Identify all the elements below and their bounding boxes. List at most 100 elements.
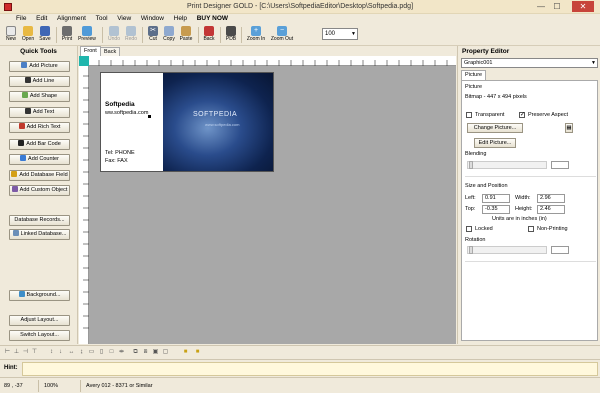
back-button[interactable]: Back — [201, 25, 217, 45]
align-right-icon[interactable]: ⊣ — [22, 349, 29, 356]
design-workspace[interactable]: Softpedia ww.softpedia.com Tel: PHONE Fa… — [89, 66, 456, 344]
business-card[interactable]: Softpedia ww.softpedia.com Tel: PHONE Fa… — [100, 72, 274, 172]
database-records-button[interactable]: Database Records... — [9, 215, 70, 226]
selection-handle[interactable] — [148, 115, 151, 118]
tab-back[interactable]: Back — [100, 47, 121, 56]
align-left-icon[interactable]: ⊢ — [4, 349, 11, 356]
slider-knob[interactable] — [469, 161, 473, 169]
maximize-button[interactable]: ☐ — [550, 1, 564, 12]
menu-file[interactable]: File — [0, 14, 30, 24]
lock-icon[interactable]: ■ — [182, 349, 189, 356]
zoom-in-button[interactable]: + Zoom In — [244, 25, 268, 45]
close-button[interactable]: ✕ — [572, 1, 594, 12]
bitmap-info: Bitmap - 447 x 494 pixels — [465, 94, 527, 100]
left-field[interactable]: 0.91 — [482, 194, 510, 203]
undo-button[interactable]: Undo — [106, 25, 122, 45]
open-button[interactable]: Open — [20, 25, 36, 45]
blending-slider[interactable] — [467, 161, 547, 169]
add-shape-button[interactable]: Add Shape — [9, 91, 70, 102]
edit-picture-button[interactable]: Edit Picture... — [474, 138, 516, 148]
menu-buy-now[interactable]: BUY NOW — [193, 14, 232, 24]
same-height-icon[interactable]: ▯ — [98, 349, 105, 356]
align-center-icon[interactable]: ⊥ — [13, 349, 20, 356]
bring-front-icon[interactable]: ⧉ — [132, 349, 139, 356]
menu-alignment[interactable]: Alignment — [53, 14, 90, 24]
add-database-field-button[interactable]: Add Database Field — [9, 170, 70, 181]
align-bottom-icon[interactable]: ↓ — [57, 349, 64, 356]
print-button[interactable]: Print — [59, 25, 75, 45]
save-button[interactable]: Save — [37, 25, 53, 45]
horizontal-ruler — [89, 56, 456, 66]
menu-help[interactable]: Help — [170, 14, 191, 24]
slider-knob[interactable] — [469, 246, 473, 254]
space-horizontal-icon[interactable]: ↔ — [68, 349, 75, 356]
custom-object-icon — [11, 186, 18, 192]
pdb-button[interactable]: PDB — [223, 25, 239, 45]
barcode-icon — [18, 140, 25, 146]
linked-database-button[interactable]: Linked Database... — [9, 229, 70, 240]
change-picture-button[interactable]: Change Picture... — [467, 123, 523, 133]
preserve-aspect-checkbox[interactable]: ✓ — [519, 112, 525, 118]
ungroup-icon[interactable]: ▢ — [162, 349, 169, 356]
group-icon[interactable]: ▣ — [152, 349, 159, 356]
send-back-icon[interactable]: ⧈ — [142, 349, 149, 356]
hint-bar: Hint: — [0, 359, 600, 377]
same-size-icon[interactable]: □ — [108, 349, 115, 356]
card-tel-text[interactable]: Tel: PHONE — [105, 150, 135, 156]
card-picture[interactable]: SOFTPEDIA www.softpedia.com — [163, 73, 273, 171]
same-width-icon[interactable]: ▭ — [88, 349, 95, 356]
paste-button[interactable]: Paste — [177, 25, 195, 45]
center-horizontal-icon[interactable]: ⇹ — [118, 349, 125, 356]
object-select[interactable]: Graphic001 ▼ — [461, 58, 598, 68]
menu-view[interactable]: View — [113, 14, 135, 24]
divider — [465, 176, 596, 177]
add-rich-text-button[interactable]: Add Rich Text — [9, 122, 70, 133]
card-name-text[interactable]: Softpedia — [105, 101, 135, 108]
add-counter-button[interactable]: Add Counter — [9, 154, 70, 165]
switch-layout-button[interactable]: Switch Layout... — [9, 330, 70, 341]
blending-color[interactable] — [551, 161, 569, 169]
cut-button[interactable]: ✂ Cut — [145, 25, 161, 45]
add-bar-code-button[interactable]: Add Bar Code — [9, 139, 70, 150]
new-button[interactable]: New — [3, 25, 19, 45]
minimize-button[interactable]: — — [534, 1, 548, 12]
size-position-label: Size and Position — [465, 183, 508, 189]
menu-edit[interactable]: Edit — [32, 14, 51, 24]
rotation-slider[interactable] — [467, 246, 547, 254]
shape-icon — [21, 92, 28, 98]
transparent-checkbox[interactable] — [466, 112, 472, 118]
toolbar-separator — [142, 27, 143, 43]
add-text-button[interactable]: Add Text — [9, 107, 70, 118]
align-top-icon[interactable]: ⊤ — [31, 349, 38, 356]
preview-button[interactable]: Preview — [77, 25, 97, 45]
adjust-layout-button[interactable]: Adjust Layout... — [9, 315, 70, 326]
redo-button[interactable]: Redo — [123, 25, 139, 45]
menu-window[interactable]: Window — [137, 14, 168, 24]
space-vertical-icon[interactable]: ↨ — [78, 349, 85, 356]
top-field[interactable]: -0.35 — [482, 205, 510, 214]
non-printing-checkbox[interactable] — [528, 226, 534, 232]
menu-tool[interactable]: Tool — [92, 14, 112, 24]
card-web-text[interactable]: ww.softpedia.com — [105, 110, 148, 116]
picture-options-button[interactable]: ▦ — [565, 123, 573, 133]
height-field[interactable]: 2.46 — [537, 205, 565, 214]
width-field[interactable]: 2.96 — [537, 194, 565, 203]
alignment-toolbar: ⊢ ⊥ ⊣ ⊤ ↕ ↓ ↔ ↨ ▭ ▯ □ ⇹ ⧉ ⧈ ▣ ▢ ■ ■ — [0, 345, 600, 359]
card-fax-text[interactable]: Fax: FAX — [105, 158, 128, 164]
add-custom-object-button[interactable]: Add Custom Object — [9, 185, 70, 196]
background-button[interactable]: Background... — [9, 290, 70, 301]
align-middle-icon[interactable]: ↕ — [48, 349, 55, 356]
copy-button[interactable]: Copy — [161, 25, 177, 45]
locked-checkbox[interactable] — [466, 226, 472, 232]
zoom-out-button[interactable]: − Zoom Out — [268, 25, 296, 45]
rotation-field[interactable] — [551, 246, 569, 254]
ruler-corner — [79, 56, 89, 66]
add-line-button[interactable]: Add Line — [9, 76, 70, 87]
tab-front[interactable]: Front — [80, 46, 101, 56]
status-zoom: 100% — [44, 383, 59, 389]
zoom-select[interactable]: 100 ▼ — [322, 28, 358, 40]
unlock-icon[interactable]: ■ — [194, 349, 201, 356]
add-picture-button[interactable]: Add Picture — [9, 61, 70, 72]
tab-picture[interactable]: Picture — [461, 70, 487, 80]
picture-logo-text: SOFTPEDIA — [193, 111, 238, 118]
